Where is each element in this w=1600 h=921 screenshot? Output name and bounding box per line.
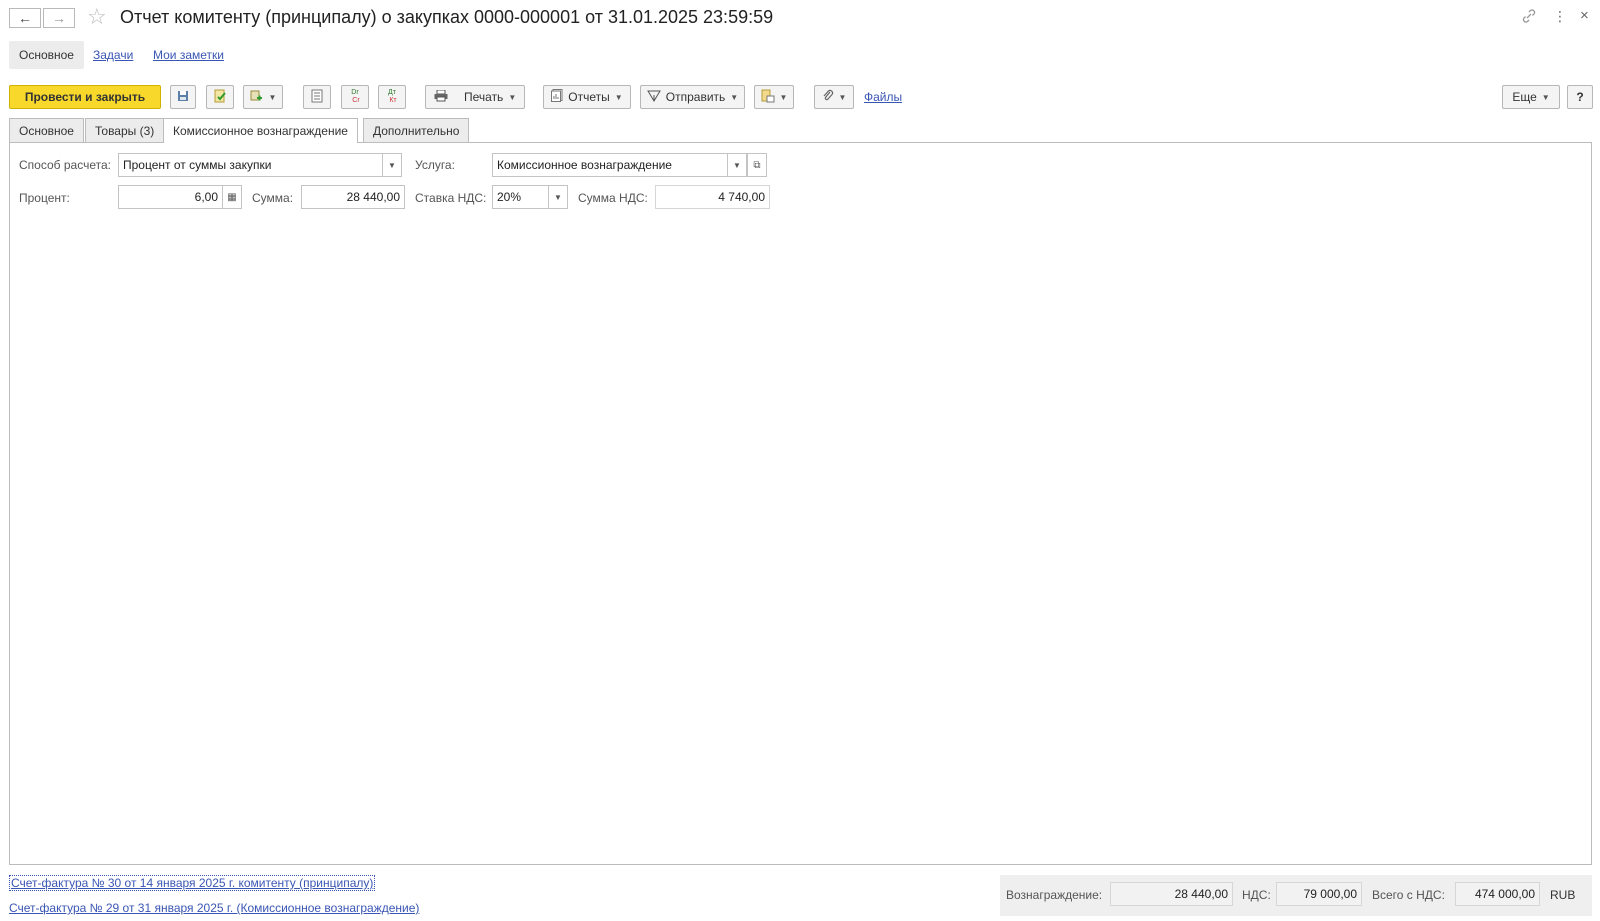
reward-value: 28 440,00 [1110,882,1233,906]
vat-sum-field[interactable]: 4 740,00 [655,185,770,209]
service-open-button[interactable]: ⧉ [747,153,767,177]
create-based-icon [250,89,264,106]
service-field[interactable]: Комиссионное вознаграждение [492,153,728,177]
vat-sum-label: Сумма НДС: [578,191,648,205]
sum-label: Сумма: [252,191,294,205]
more-label: Еще [1512,90,1537,104]
sum-field[interactable]: 28 440,00 [301,185,405,209]
tab-additional[interactable]: Дополнительно [363,118,470,142]
chevron-down-icon: ▼ [614,92,623,102]
attach-button[interactable]: ▼ [814,85,854,109]
section-notes[interactable]: Мои заметки [143,41,234,69]
back-button[interactable]: ← [9,8,41,28]
vat-total-value: 79 000,00 [1276,882,1362,906]
service-label: Услуга: [415,158,455,172]
save-button[interactable] [170,85,196,109]
files-link[interactable]: Файлы [864,90,902,104]
chevron-down-icon: ▼ [733,160,741,170]
vat-rate-dropdown[interactable]: ▼ [548,185,568,209]
post-button[interactable] [206,85,234,109]
create-based-on-button[interactable]: ▼ [243,85,283,109]
close-icon[interactable]: × [1580,7,1589,24]
service-dropdown[interactable]: ▼ [727,153,747,177]
section-tasks[interactable]: Задачи [83,41,143,69]
tab-commission[interactable]: Комиссионное вознаграждение [163,118,358,143]
calc-method-dropdown[interactable]: ▼ [382,153,402,177]
forward-button[interactable]: → [43,8,75,28]
section-main[interactable]: Основное [9,41,84,69]
tab-content-panel [9,142,1592,865]
chevron-down-icon: ▼ [730,92,739,102]
calculator-icon: ▦ [227,191,237,203]
tab-goods[interactable]: Товары (3) [85,118,165,142]
reports-button[interactable]: Отчеты ▼ [543,85,631,109]
calc-method-label: Способ расчета: [19,158,111,172]
document-print-icon [761,89,775,106]
chevron-down-icon: ▼ [268,92,277,102]
dt-kt-icon: Дт Кт [387,89,397,104]
arrow-right-icon: → [52,10,66,26]
print-forms-button[interactable]: ▼ [754,85,794,109]
help-button[interactable]: ? [1567,85,1593,109]
send-label: Отправить [665,90,726,104]
invoice-link-commission[interactable]: Счет-фактура № 29 от 31 января 2025 г. (… [9,901,419,915]
post-and-close-button[interactable]: Провести и закрыть [9,85,161,109]
vat-rate-label: Ставка НДС: [415,191,487,205]
arrow-left-icon: ← [18,10,32,26]
reward-label: Вознаграждение: [1006,888,1103,902]
post-document-icon [213,89,227,106]
more-icon[interactable]: ⋮ [1553,8,1567,25]
vat-total-label: НДС: [1242,888,1271,902]
dr-cr-button[interactable]: Dr Cr [341,85,369,109]
favorite-star-icon[interactable]: ☆ [87,4,107,30]
reports-label: Отчеты [568,90,610,104]
document-title: Отчет комитенту (принципалу) о закупках … [120,7,774,27]
currency-label: RUB [1550,888,1576,902]
printer-icon [434,89,448,105]
send-button[interactable]: Отправить ▼ [640,85,745,109]
calculator-button[interactable]: ▦ [222,185,242,209]
total-with-vat-label: Всего с НДС: [1372,888,1445,902]
link-icon[interactable] [1521,8,1537,27]
chevron-down-icon: ▼ [554,192,562,202]
percent-label: Процент: [19,191,70,205]
chevron-down-icon: ▼ [1541,92,1550,102]
dr-cr-icon: Dr Cr [350,89,360,104]
print-label: Печать [464,90,504,104]
document-structure-button[interactable] [303,85,331,109]
dt-kt-button[interactable]: Дт Кт [378,85,406,109]
chevron-down-icon: ▼ [508,92,517,102]
tab-main[interactable]: Основное [9,118,84,142]
send-icon [646,90,661,105]
chevron-down-icon: ▼ [779,92,788,102]
chevron-down-icon: ▼ [388,160,396,170]
list-icon [311,89,323,106]
percent-field[interactable]: 6,00 [118,185,223,209]
more-button[interactable]: Еще ▼ [1502,85,1560,109]
chevron-down-icon: ▼ [838,92,847,102]
print-button[interactable]: Печать ▼ [425,85,525,109]
total-with-vat-value: 474 000,00 [1455,882,1540,906]
paperclip-icon [822,89,834,105]
vat-rate-field[interactable]: 20% [492,185,549,209]
open-icon: ⧉ [753,159,761,171]
save-icon [177,90,189,105]
calc-method-field[interactable]: Процент от суммы закупки [118,153,383,177]
invoice-link-principal[interactable]: Счет-фактура № 30 от 14 января 2025 г. к… [9,875,376,891]
report-icon [551,89,563,105]
